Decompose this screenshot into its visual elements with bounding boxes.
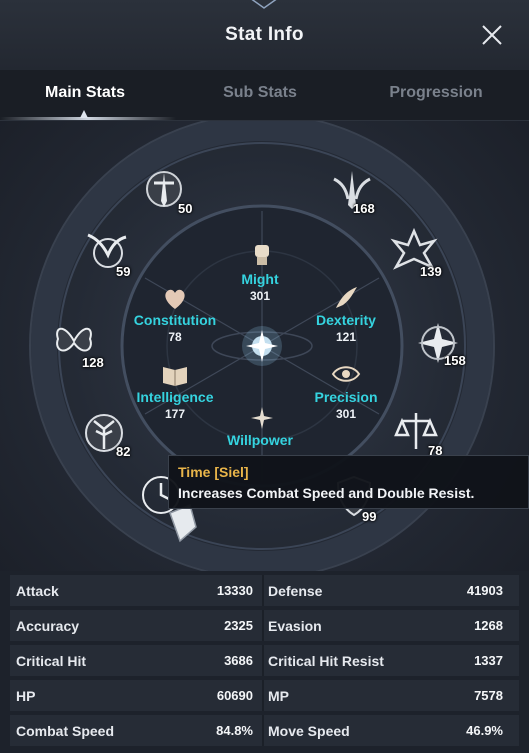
- stat-wheel: Might 301 Constitution 78 Dexterity 121 …: [0, 121, 529, 571]
- stat-might-label[interactable]: Might: [205, 271, 315, 287]
- star-burst-icon: [251, 407, 273, 429]
- stat-constitution-label[interactable]: Constitution: [120, 312, 230, 328]
- table-row: Attack 13330 Defense 41903: [10, 575, 519, 606]
- table-row: Accuracy 2325 Evasion 1268: [10, 610, 519, 641]
- deity-tooltip: Time [Siel] Increases Combat Speed and D…: [168, 455, 529, 509]
- node-value-shield: 99: [362, 509, 377, 524]
- column-divider: [262, 715, 264, 746]
- node-value-winged-blade: 168: [353, 201, 375, 216]
- node-value-star: 158: [444, 353, 466, 368]
- column-divider: [262, 610, 264, 641]
- wing-icon: [336, 287, 357, 308]
- move-speed-label: Move Speed: [268, 723, 350, 739]
- mp-label: MP: [268, 688, 289, 704]
- fist-icon: [255, 245, 269, 265]
- stat-willpower-label[interactable]: Willpower: [205, 432, 315, 448]
- move-speed-value: 46.9%: [466, 723, 503, 738]
- tab-bar: Main Stats Sub Stats Progression: [0, 70, 529, 121]
- window-title: Stat Info: [225, 24, 304, 45]
- critical-hit-value: 3686: [224, 653, 253, 668]
- attack-value: 13330: [216, 583, 253, 598]
- node-value-butterfly: 128: [82, 355, 104, 370]
- close-icon[interactable]: [478, 21, 506, 49]
- top-ornament-icon: [251, 0, 277, 9]
- combat-speed-label: Combat Speed: [16, 723, 115, 739]
- critical-hit-resist-value: 1337: [474, 653, 503, 668]
- node-value-spiked-crest: 139: [420, 264, 442, 279]
- node-value-sword: 50: [178, 201, 193, 216]
- tab-sub-stats[interactable]: Sub Stats: [175, 84, 345, 102]
- column-divider: [262, 645, 264, 676]
- attack-label: Attack: [16, 583, 59, 599]
- heart-icon: [165, 289, 185, 309]
- hp-label: HP: [16, 688, 36, 704]
- hp-value: 60690: [216, 688, 253, 703]
- node-value-bird: 59: [116, 264, 131, 279]
- column-divider: [262, 575, 264, 606]
- stat-intelligence-label[interactable]: Intelligence: [120, 389, 230, 405]
- evasion-label: Evasion: [268, 618, 322, 634]
- stats-table: Attack 13330 Defense 41903 Accuracy 2325…: [10, 575, 519, 753]
- evasion-value: 1268: [474, 618, 503, 633]
- window-header: Stat Info: [0, 0, 529, 70]
- tooltip-description: Increases Combat Speed and Double Resist…: [178, 485, 475, 501]
- defense-value: 41903: [466, 583, 503, 598]
- stat-might-value: 301: [249, 289, 271, 303]
- table-row: Combat Speed 84.8% Move Speed 46.9%: [10, 715, 519, 746]
- defense-label: Defense: [268, 583, 323, 599]
- combat-speed-value: 84.8%: [216, 723, 253, 738]
- critical-hit-label: Critical Hit: [16, 653, 87, 669]
- node-value-tree: 82: [116, 444, 131, 459]
- tab-main-stats[interactable]: Main Stats: [0, 84, 170, 102]
- active-tab-underline: [0, 117, 176, 120]
- accuracy-label: Accuracy: [16, 618, 80, 634]
- stat-dexterity-label[interactable]: Dexterity: [291, 312, 401, 328]
- tooltip-title: Time [Siel]: [178, 464, 249, 480]
- stat-dexterity-value: 121: [335, 330, 357, 344]
- stat-intelligence-value: 177: [164, 407, 186, 421]
- accuracy-value: 2325: [224, 618, 253, 633]
- active-tab-caret-icon: [80, 110, 88, 118]
- table-row: HP 60690 MP 7578: [10, 680, 519, 711]
- tab-progression[interactable]: Progression: [351, 84, 521, 102]
- book-icon: [163, 367, 187, 386]
- stat-constitution-value: 78: [168, 330, 182, 344]
- critical-hit-resist-label: Critical Hit Resist: [268, 653, 384, 669]
- table-row: Critical Hit 3686 Critical Hit Resist 13…: [10, 645, 519, 676]
- mp-value: 7578: [474, 688, 503, 703]
- eye-icon: [331, 366, 361, 382]
- stat-precision-value: 301: [335, 407, 357, 421]
- stat-precision-label[interactable]: Precision: [291, 389, 401, 405]
- column-divider: [262, 680, 264, 711]
